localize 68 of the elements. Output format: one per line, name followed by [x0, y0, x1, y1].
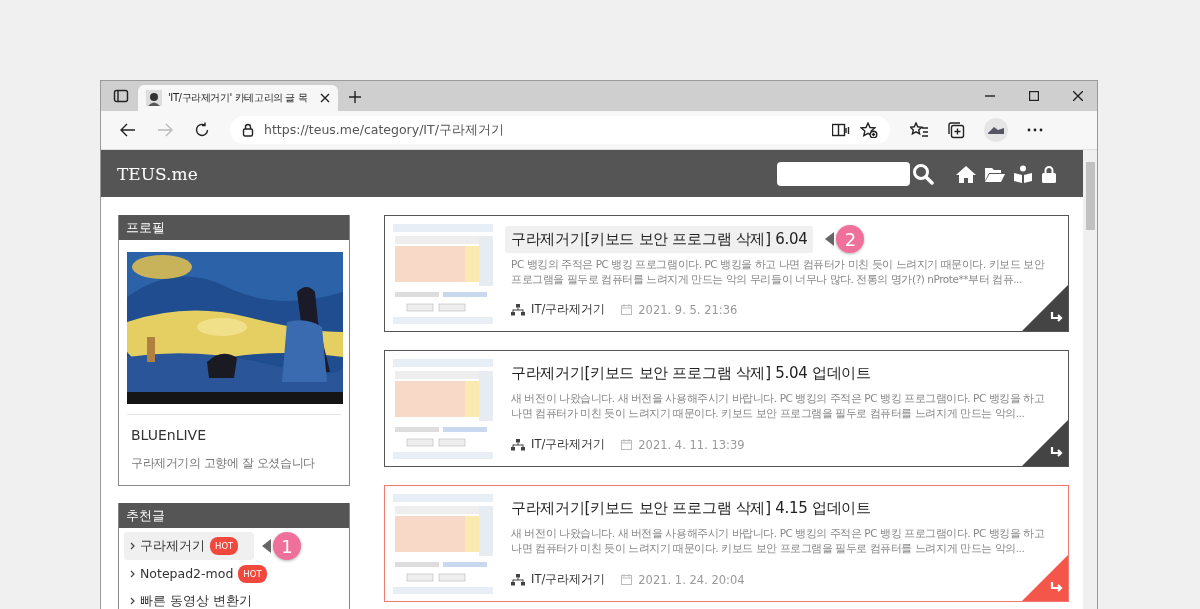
corner-arrow-icon[interactable] [1022, 285, 1068, 331]
chevron-icon [130, 542, 135, 550]
reader-icon[interactable] [1014, 164, 1033, 183]
reader-icon[interactable] [832, 123, 850, 137]
network-icon [511, 573, 525, 586]
item-label: 구라제거기 [140, 538, 205, 554]
address-bar[interactable]: https://teus.me/category/IT/구라제거기 [230, 116, 890, 144]
category-link[interactable]: IT/구라제거기 [531, 437, 606, 452]
callout-number: 2 [836, 225, 865, 253]
browser-tab[interactable]: 'IT/구라제거기' 카테고리의 글 목 [138, 85, 338, 111]
post-date: 2021. 9. 5. 21:36 [638, 302, 738, 317]
callout-number: 1 [273, 532, 301, 560]
tab-title: 'IT/구라제거기' 카테고리의 글 목 [168, 91, 309, 105]
close-icon[interactable] [1073, 91, 1083, 101]
back-icon[interactable] [119, 123, 136, 137]
calendar-icon [621, 574, 633, 585]
url-text: https://teus.me/category/IT/구라제거기 [264, 121, 505, 139]
network-icon [511, 438, 525, 451]
post-title[interactable]: 구라제거기[키보드 보안 프로그램 삭제] 6.04 [505, 225, 814, 253]
new-tab-icon[interactable] [348, 90, 362, 104]
chevron-icon [130, 570, 135, 578]
profile-name: BLUEnLIVE [131, 427, 208, 444]
home-icon[interactable] [956, 164, 977, 183]
chevron-icon [130, 597, 135, 605]
post-card[interactable]: 구라제거기[키보드 보안 프로그램 삭제] 5.04 업데이트 새 버전이 나왔습니다. 새 버전을 사용해주시기 바랍니다. PC 뱅킹의 주적은 PC 뱅킹 프로그램이다. PC 뱅킹을 하고 나면 컴퓨터가 미친 듯이 느려지기 때문이다. 키보드 보안 프로그램을 필두로 컴퓨터를 느려지게 만드는 악의... IT/구라제거기 2021. 4. 11. 13:39 [384, 350, 1069, 467]
post-excerpt: PC 뱅킹의 주적은 PC 뱅킹 프로그램이다. PC 뱅킹을 하고 나면 컴퓨터가 미친 듯이 느려지기 때문이다. 키보드 보안 프로그램을 필두로 컴퓨터를 느려지게 만드는 악의 무리들이 너무나 많다. 전통의 명가(?) nProte**부터 컴퓨... [511, 257, 1046, 287]
post-card[interactable]: 구라제거기[키보드 보안 프로그램 삭제] 4.15 업데이트 새 버전이 나왔습니다. 새 버전을 사용해주시기 바랍니다. PC 뱅킹의 주적은 PC 뱅킹 프로그램이다. PC 뱅킹을 하고 나면 컴퓨터가 미친 듯이 느려지기 때문이다. 키보드 보안 프로그램을 필두로 컴퓨터를 느려지게 만드는 악의... IT/구라제거기 2021. 1. 24. 20:04 [384, 485, 1069, 602]
post-excerpt: 새 버전이 나왔습니다. 새 버전을 사용해주시기 바랍니다. PC 뱅킹의 주적은 PC 뱅킹 프로그램이다. PC 뱅킹을 하고 나면 컴퓨터가 미친 듯이 느려지기 때문이다. 키보드 보안 프로그램을 필두로 컴퓨터를 느려지게 만드는 악의... [511, 391, 1046, 421]
post-excerpt: 새 버전이 나왔습니다. 새 버전을 사용해주시기 바랍니다. PC 뱅킹의 주적은 PC 뱅킹 프로그램이다. PC 뱅킹을 하고 나면 컴퓨터가 미친 듯이 느려지기 때문이다. 키보드 보안 프로그램을 필두로 컴퓨터를 느려지게 만드는 악의... [511, 526, 1046, 556]
profile-avatar[interactable] [984, 118, 1008, 142]
lock-icon [242, 123, 254, 137]
post-card[interactable]: 구라제거기[키보드 보안 프로그램 삭제] 6.04 2 PC 뱅킹의 주적은 PC 뱅킹 프로그램이다. PC 뱅킹을 하고 나면 컴퓨터가 미친 듯이 느려지기 때문이다. 키보드 보안 프로그램을 필두로 컴퓨터를 느려지게 만드는 악의 무리들이 너무나 많다. 전통의 명가(?) nProte**부터 컴퓨... IT/구라제거기 2021. 9. 5. 21:36 [384, 215, 1069, 332]
pointer-icon [825, 232, 835, 246]
favicon [146, 90, 162, 106]
recommended-item[interactable]: 빠른 동영상 변환기 [124, 588, 258, 609]
category-link[interactable]: IT/구라제거기 [531, 302, 606, 317]
search-icon[interactable] [912, 162, 935, 185]
favorite-add-icon[interactable] [860, 122, 878, 138]
search-field[interactable] [777, 161, 911, 186]
site-title[interactable]: TEUS.me [117, 163, 778, 184]
calendar-icon [621, 304, 633, 315]
hot-badge: HOT [210, 537, 239, 555]
refresh-icon[interactable] [193, 122, 210, 138]
post-title[interactable]: 구라제거기[키보드 보안 프로그램 삭제] 5.04 업데이트 [505, 360, 877, 387]
recommended-item[interactable]: Notepad2-mod HOT [124, 560, 273, 588]
corner-arrow-icon[interactable] [1022, 420, 1068, 466]
pointer-icon [262, 539, 271, 553]
maximize-icon[interactable] [1029, 91, 1039, 101]
recommended-item[interactable]: 구라제거기 HOT [124, 532, 254, 560]
item-label: 빠른 동영상 변환기 [140, 593, 252, 609]
network-icon [511, 303, 525, 316]
collections-icon[interactable] [947, 121, 965, 139]
post-date: 2021. 1. 24. 20:04 [638, 572, 745, 587]
post-date: 2021. 4. 11. 13:39 [638, 437, 745, 452]
category-link[interactable]: IT/구라제거기 [531, 572, 606, 587]
lock-icon[interactable] [1041, 164, 1058, 183]
tabs-icon[interactable] [113, 88, 129, 104]
profile-description: 구라제거기의 고향에 잘 오셨습니다 [131, 456, 316, 471]
panel-heading: 프로필 [119, 215, 349, 240]
close-icon[interactable] [320, 93, 330, 103]
scrollbar-thumb[interactable] [1085, 162, 1095, 230]
more-icon[interactable] [1027, 128, 1043, 132]
item-label: Notepad2-mod [140, 566, 234, 582]
panel-heading: 추천글 [119, 503, 349, 528]
calendar-icon [621, 439, 633, 450]
post-title[interactable]: 구라제거기[키보드 보안 프로그램 삭제] 4.15 업데이트 [505, 495, 877, 522]
hot-badge: HOT [238, 565, 267, 583]
favorites-icon[interactable] [910, 122, 928, 138]
